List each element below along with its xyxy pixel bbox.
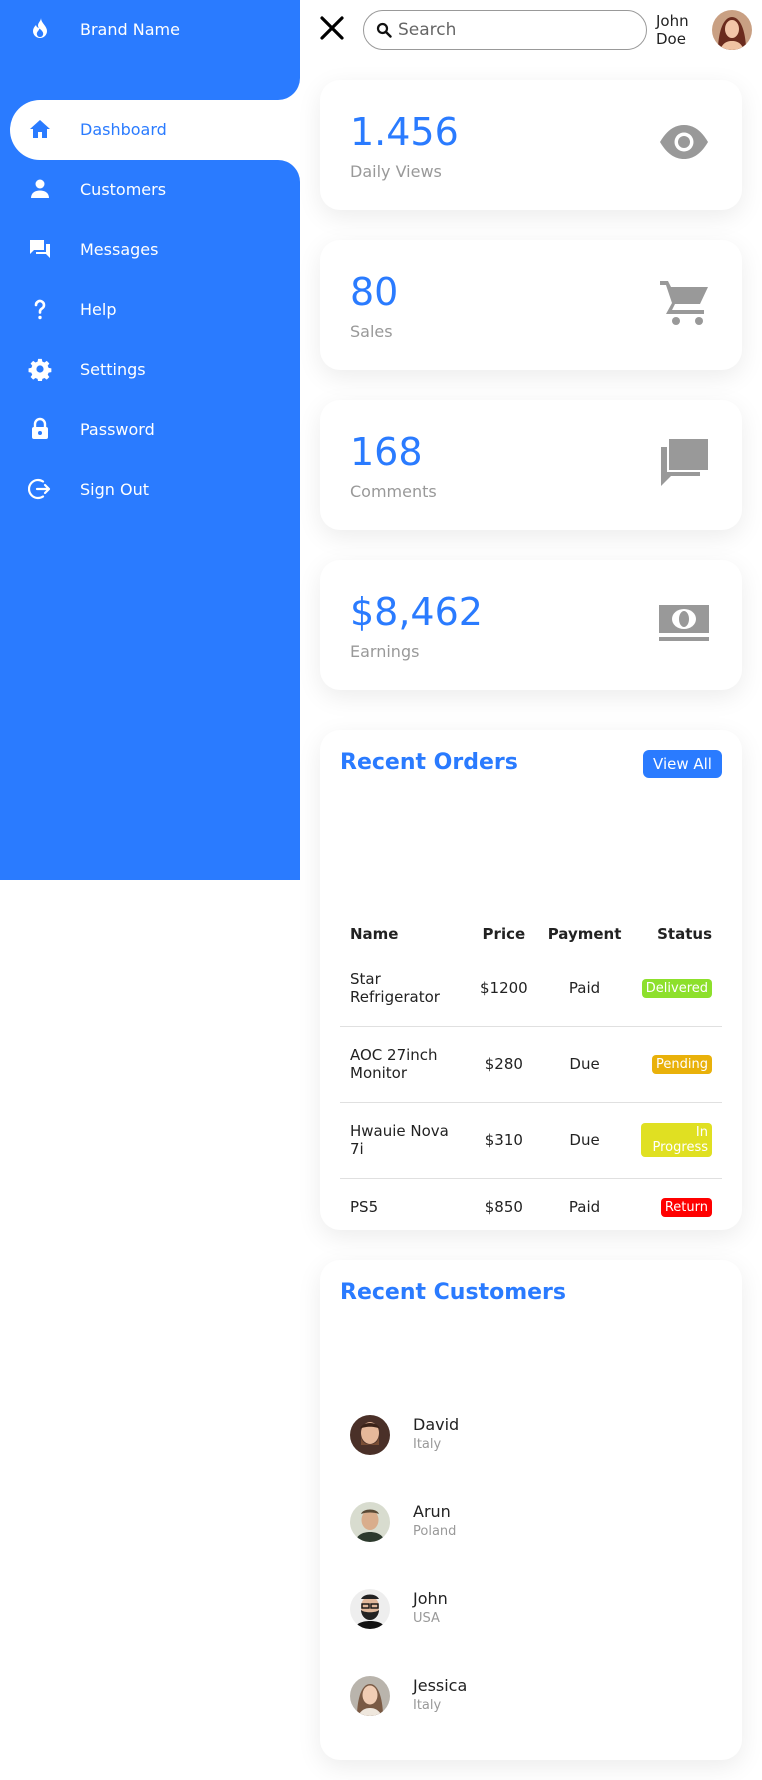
sign-out-icon <box>28 478 51 500</box>
avatar <box>350 1676 390 1716</box>
sidebar-item-label: Messages <box>80 240 159 259</box>
sidebar-item-label: Settings <box>80 360 146 379</box>
avatar <box>350 1502 390 1542</box>
stat-caption: Daily Views <box>350 162 442 181</box>
stat-card-earnings[interactable]: $8,462 Earnings <box>320 560 742 690</box>
lock-icon <box>32 417 48 439</box>
eye-icon <box>660 125 708 159</box>
view-all-button[interactable]: View All <box>643 750 722 778</box>
stat-caption: Earnings <box>350 642 420 661</box>
stat-card-comments[interactable]: 168 Comments <box>320 400 742 530</box>
recent-orders-panel: Recent Orders View All Name Price Paymen… <box>320 730 742 1230</box>
person-icon <box>31 179 49 198</box>
recent-customers-panel: Recent Customers David Italy Arun Poland… <box>320 1260 742 1760</box>
avatar <box>350 1589 390 1629</box>
customer-name: David <box>413 1415 460 1434</box>
gear-icon <box>28 358 52 381</box>
order-name: PS5 <box>350 1198 379 1217</box>
search-input[interactable] <box>398 19 638 41</box>
customer-country: USA <box>413 1611 440 1626</box>
list-item[interactable]: Jessica Italy <box>350 1676 710 1726</box>
stat-number: 168 <box>350 430 423 474</box>
customer-country: Italy <box>413 1437 442 1452</box>
order-payment: Paid <box>568 978 601 997</box>
customer-country: Poland <box>413 1524 457 1539</box>
avatar <box>350 1415 390 1455</box>
order-payment: Paid <box>568 1198 601 1217</box>
order-price: $280 <box>484 1055 523 1073</box>
chat-icon <box>30 240 50 258</box>
sidebar-item-password[interactable]: Password <box>0 400 300 460</box>
comments-icon <box>661 439 708 486</box>
sidebar-nav: Dashboard Customers Messages Help Settin… <box>0 100 300 520</box>
home-icon <box>30 120 50 138</box>
order-price: $850 <box>484 1198 523 1217</box>
search-box <box>363 10 647 50</box>
order-name: AOC 27inch Monitor <box>350 1046 438 1082</box>
brand[interactable]: Brand Name <box>0 0 300 100</box>
status-badge: In Progress <box>641 1123 712 1157</box>
sidebar-item-label: Help <box>80 300 117 319</box>
list-item[interactable]: Arun Poland <box>350 1502 710 1552</box>
status-badge: Return <box>660 1198 712 1218</box>
recent-orders-title: Recent Orders <box>340 750 518 775</box>
stat-caption: Sales <box>350 322 393 341</box>
header-status: Status <box>657 925 712 943</box>
order-name: Hwauie Nova 7i <box>350 1122 449 1158</box>
sidebar-item-label: Customers <box>80 180 167 199</box>
stat-number: 80 <box>350 270 399 314</box>
sidebar-item-sign-out[interactable]: Sign Out <box>0 460 300 520</box>
table-row[interactable]: PS5 $850 Paid Return <box>340 1178 722 1236</box>
sidebar-item-help[interactable]: Help <box>0 280 300 340</box>
sidebar-item-messages[interactable]: Messages <box>0 220 300 280</box>
stat-number: 1.456 <box>350 110 459 154</box>
table-row[interactable]: Hwauie Nova 7i $310 Due In Progress <box>340 1102 722 1178</box>
status-badge: Delivered <box>641 978 712 998</box>
table-header: Name Price Payment Status <box>340 918 722 950</box>
flame-icon <box>33 18 47 38</box>
help-icon <box>34 299 46 320</box>
cart-icon <box>660 281 708 325</box>
stat-number: $8,462 <box>350 590 483 634</box>
sidebar-item-settings[interactable]: Settings <box>0 340 300 400</box>
sidebar-item-label: Dashboard <box>80 120 167 139</box>
recent-customers-title: Recent Customers <box>340 1280 566 1305</box>
customer-name: Jessica <box>413 1676 468 1695</box>
sidebar-item-label: Sign Out <box>80 480 149 499</box>
close-icon[interactable] <box>318 14 346 42</box>
order-price: $1200 <box>480 978 528 997</box>
customer-name: Arun <box>413 1502 451 1521</box>
stat-card-sales[interactable]: 80 Sales <box>320 240 742 370</box>
header-name: Name <box>350 925 399 943</box>
customer-name: John <box>413 1589 448 1608</box>
status-badge: Pending <box>652 1055 712 1074</box>
sidebar-item-label: Password <box>80 420 155 439</box>
user-last-name: Doe <box>656 30 686 48</box>
table-row[interactable]: AOC 27inch Monitor $280 Due Pending <box>340 1026 722 1102</box>
order-payment: Due <box>569 1131 600 1149</box>
header-price: Price <box>482 925 526 943</box>
list-item[interactable]: David Italy <box>350 1415 710 1465</box>
sidebar: Brand Name Dashboard Customers Messages … <box>0 0 300 880</box>
order-payment: Due <box>569 1055 600 1073</box>
user-name: John Doe <box>656 12 706 48</box>
header-payment: Payment <box>547 925 622 943</box>
stat-card-daily-views[interactable]: 1.456 Daily Views <box>320 80 742 210</box>
user-avatar[interactable] <box>712 10 752 50</box>
order-name: Star Refrigerator <box>350 969 440 1006</box>
sidebar-item-dashboard[interactable]: Dashboard <box>10 100 300 160</box>
orders-table: Name Price Payment Status Star Refrigera… <box>340 918 722 1236</box>
cash-icon <box>659 605 709 641</box>
order-price: $310 <box>484 1131 523 1149</box>
table-row[interactable]: Star Refrigerator $1200 Paid Delivered <box>340 950 722 1026</box>
user-first-name: John <box>656 12 689 30</box>
list-item[interactable]: John USA <box>350 1589 710 1639</box>
search-icon <box>376 22 392 38</box>
sidebar-item-customers[interactable]: Customers <box>0 160 300 220</box>
customer-country: Italy <box>413 1698 442 1713</box>
stat-caption: Comments <box>350 482 437 501</box>
brand-name: Brand Name <box>80 20 180 39</box>
